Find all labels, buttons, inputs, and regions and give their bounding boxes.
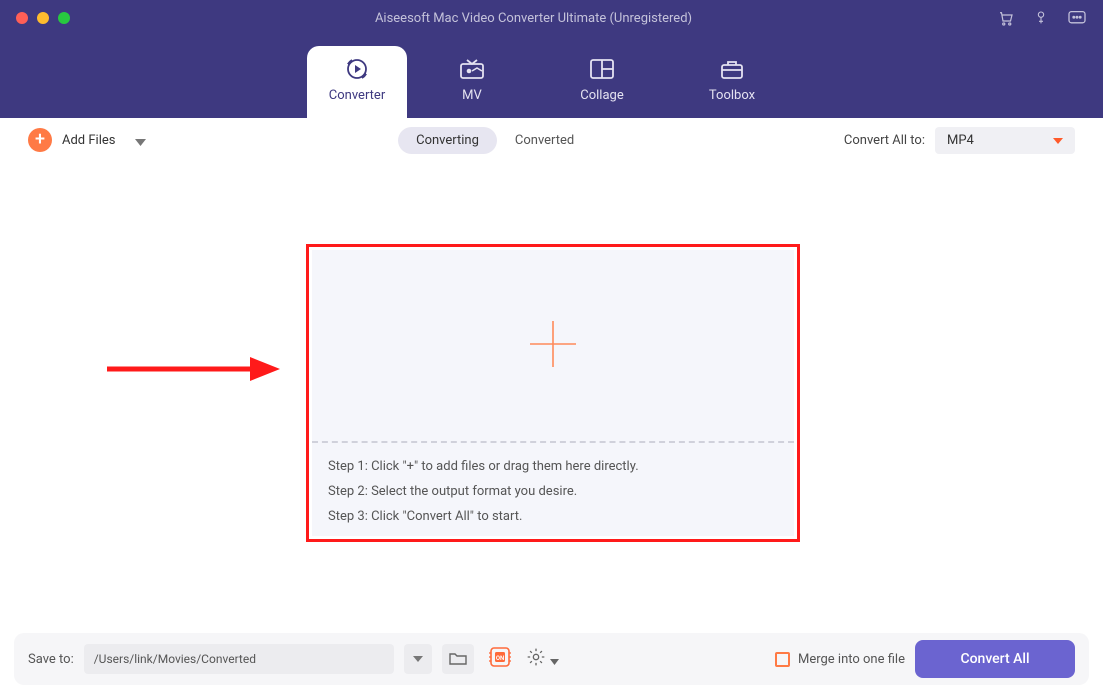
save-path-value: /Users/link/Movies/Converted bbox=[94, 652, 256, 666]
feedback-icon[interactable] bbox=[1067, 10, 1087, 26]
save-to-label: Save to: bbox=[28, 652, 74, 667]
tab-mv[interactable]: MV bbox=[407, 46, 537, 118]
add-files-label: Add Files bbox=[62, 133, 115, 148]
toolbox-icon bbox=[718, 58, 746, 80]
chevron-down-icon bbox=[1053, 133, 1063, 148]
minimize-window-button[interactable] bbox=[37, 12, 49, 24]
titlebar: Aiseesoft Mac Video Converter Ultimate (… bbox=[0, 0, 1103, 36]
segment-converting[interactable]: Converting bbox=[398, 127, 497, 154]
window-title: Aiseesoft Mac Video Converter Ultimate (… bbox=[70, 11, 997, 26]
tab-label: Converter bbox=[329, 88, 385, 103]
file-drop-zone[interactable]: Step 1: Click "+" to add files or drag t… bbox=[312, 250, 794, 536]
tab-collage[interactable]: Collage bbox=[537, 46, 667, 118]
tab-label: Toolbox bbox=[709, 88, 755, 103]
format-selected-value: MP4 bbox=[947, 133, 974, 148]
fullscreen-window-button[interactable] bbox=[58, 12, 70, 24]
sub-toolbar: + Add Files Converting Converted Convert… bbox=[10, 118, 1093, 162]
tab-converter[interactable]: Converter bbox=[307, 46, 407, 118]
save-path-field[interactable]: /Users/link/Movies/Converted bbox=[84, 644, 394, 674]
gpu-icon: ON bbox=[487, 644, 513, 674]
step-text: Step 3: Click "Convert All" to start. bbox=[328, 509, 778, 524]
step-text: Step 1: Click "+" to add files or drag t… bbox=[328, 459, 778, 474]
chevron-down-icon[interactable] bbox=[135, 131, 146, 150]
highlight-box: Step 1: Click "+" to add files or drag t… bbox=[306, 244, 800, 542]
main-tabs: Converter MV bbox=[0, 36, 1103, 118]
arrow-annotation bbox=[102, 354, 282, 384]
checkbox-icon bbox=[775, 652, 790, 667]
output-format-dropdown[interactable]: MP4 bbox=[935, 127, 1075, 154]
segment-converted[interactable]: Converted bbox=[497, 127, 592, 154]
save-path-dropdown[interactable] bbox=[404, 644, 432, 674]
cart-icon[interactable] bbox=[997, 9, 1015, 27]
key-icon[interactable] bbox=[1033, 9, 1049, 27]
converter-icon bbox=[343, 58, 371, 80]
main-content-area: Step 1: Click "+" to add files or drag t… bbox=[10, 162, 1093, 633]
collage-icon bbox=[588, 58, 616, 80]
plus-icon: + bbox=[28, 128, 52, 152]
step-text: Step 2: Select the output format you des… bbox=[328, 484, 778, 499]
hardware-accel-button[interactable]: ON bbox=[484, 644, 516, 674]
window-controls bbox=[16, 12, 70, 24]
add-files-button[interactable]: + Add Files bbox=[28, 128, 146, 152]
tab-toolbox[interactable]: Toolbox bbox=[667, 46, 797, 118]
merge-into-one-file-checkbox[interactable]: Merge into one file bbox=[775, 652, 905, 667]
settings-button[interactable] bbox=[526, 647, 559, 671]
plus-icon bbox=[528, 319, 578, 373]
folder-icon bbox=[449, 650, 467, 669]
open-folder-button[interactable] bbox=[442, 644, 474, 674]
close-window-button[interactable] bbox=[16, 12, 28, 24]
conversion-status-segment: Converting Converted bbox=[398, 127, 592, 154]
convert-all-to-label: Convert All to: bbox=[844, 133, 925, 148]
merge-label: Merge into one file bbox=[798, 652, 905, 667]
tab-label: Collage bbox=[580, 88, 623, 103]
instruction-steps: Step 1: Click "+" to add files or drag t… bbox=[312, 443, 794, 536]
convert-all-button[interactable]: Convert All bbox=[915, 640, 1075, 678]
chevron-down-icon bbox=[550, 650, 559, 669]
bottom-bar: Save to: /Users/link/Movies/Converted bbox=[14, 633, 1089, 685]
svg-text:ON: ON bbox=[496, 655, 504, 662]
gear-icon bbox=[526, 647, 546, 671]
convert-all-label: Convert All bbox=[960, 651, 1029, 667]
mv-icon bbox=[458, 58, 486, 80]
tab-label: MV bbox=[462, 88, 482, 103]
